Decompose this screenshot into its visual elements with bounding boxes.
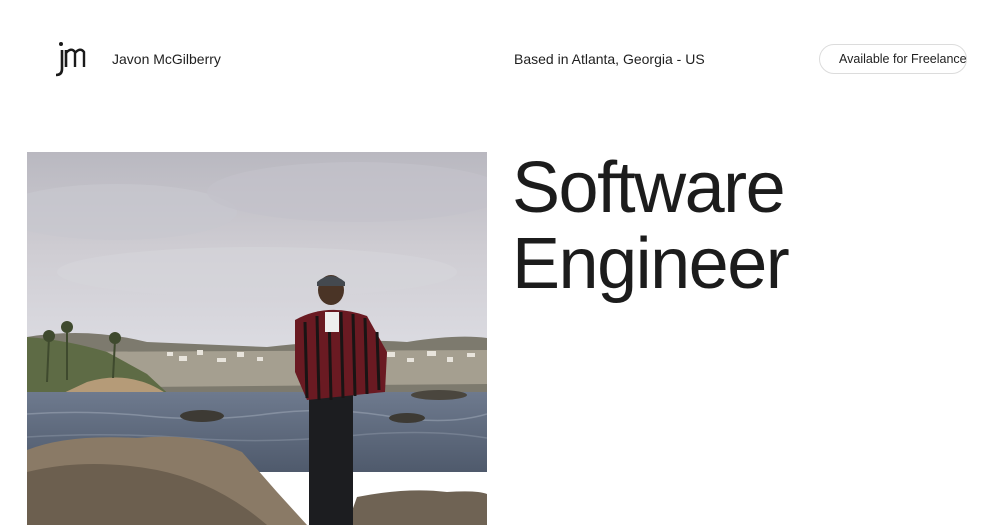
site-owner-name[interactable]: Javon McGilberry [112, 51, 221, 67]
location-text: Based in Atlanta, Georgia - US [514, 51, 705, 67]
jm-monogram-icon[interactable] [53, 38, 93, 78]
portrait-photo [27, 152, 487, 525]
headline-line-2: Engineer [512, 224, 790, 304]
headline-line-1: Software [512, 148, 786, 228]
availability-label: Available for Freelance [839, 52, 967, 66]
hero-headline: Software Engineer [512, 148, 790, 304]
availability-badge[interactable]: Available for Freelance [819, 44, 967, 74]
site-header: Javon McGilberry Based in Atlanta, Georg… [0, 0, 1000, 118]
